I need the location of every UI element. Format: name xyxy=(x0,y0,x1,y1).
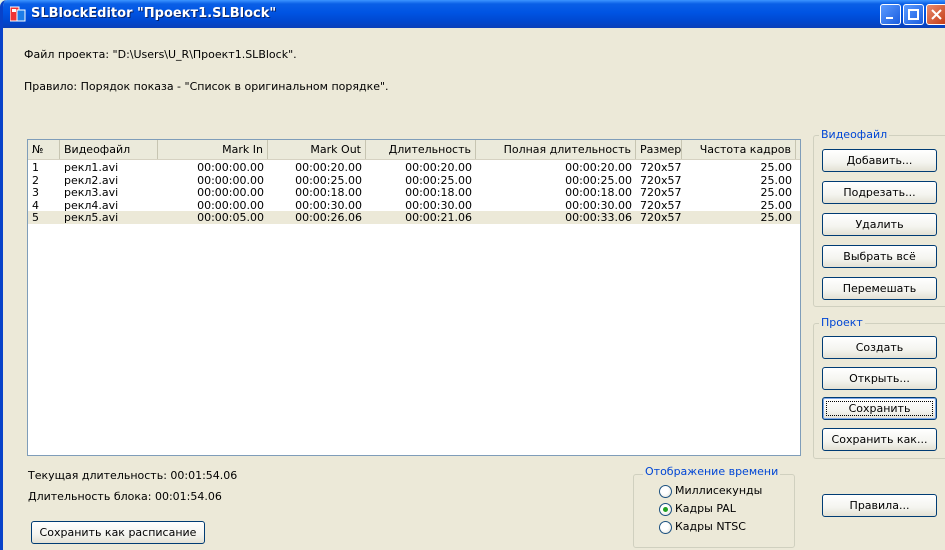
table-cell: 25.00 xyxy=(760,173,793,187)
table-cell: рекл2.avi xyxy=(64,173,119,187)
focus-ring xyxy=(826,401,933,416)
video-list[interactable]: № Видеофайл Mark In Mark Out Длительност… xyxy=(27,139,801,456)
table-cell: 720x576 xyxy=(640,211,682,224)
table-cell: 00:00:00.00 xyxy=(197,186,264,199)
list-header: № Видеофайл Mark In Mark Out Длительност… xyxy=(28,140,800,160)
table-cell: 00:00:05.00 xyxy=(197,211,264,224)
table-cell: 00:00:30.00 xyxy=(295,198,362,212)
radio-label: Миллисекунды xyxy=(675,484,763,497)
table-row[interactable]: 3 рекл3.avi 00:00:00.00 00:00:18.00 00:00:18… xyxy=(28,186,800,199)
table-cell: 00:00:20.00 xyxy=(565,161,632,174)
radio-circle-icon[interactable] xyxy=(659,485,672,498)
table-cell: 25.00 xyxy=(760,161,793,174)
app-icon xyxy=(9,6,26,22)
table-cell: 3 xyxy=(32,186,39,199)
radio-circle-icon[interactable] xyxy=(659,521,672,534)
table-cell: 00:00:20.00 xyxy=(405,161,472,174)
table-cell: 25.00 xyxy=(760,211,793,224)
time-display-legend: Отображение времени xyxy=(643,465,781,478)
save-button[interactable]: Сохранить xyxy=(822,397,937,420)
radio-circle-icon[interactable] xyxy=(659,503,672,516)
table-cell: 00:00:21.06 xyxy=(405,211,472,224)
radio-selected-dot-icon xyxy=(663,507,668,512)
create-button[interactable]: Создать xyxy=(822,336,937,359)
table-cell: 25.00 xyxy=(760,198,793,212)
table-cell: рекл5.avi xyxy=(64,211,119,224)
table-cell: рекл3.avi xyxy=(64,186,119,199)
table-cell: 00:00:30.00 xyxy=(565,198,632,212)
table-row[interactable]: 5 рекл5.avi 00:00:05.00 00:00:26.06 00:00:21… xyxy=(28,211,800,224)
close-icon xyxy=(931,9,942,20)
table-cell: 1 xyxy=(32,161,39,174)
radio-label: Кадры NTSC xyxy=(675,520,746,533)
col-header-full-duration[interactable]: Полная длительность xyxy=(476,140,636,159)
table-cell: 2 xyxy=(32,173,39,187)
table-cell: 00:00:18.00 xyxy=(565,186,632,199)
col-header-file[interactable]: Видеофайл xyxy=(60,140,158,159)
save-schedule-button[interactable]: Сохранить как расписание xyxy=(31,521,205,544)
rules-button[interactable]: Правила... xyxy=(822,494,937,517)
maximize-icon xyxy=(908,9,919,20)
table-cell: 00:00:25.00 xyxy=(295,173,362,187)
table-cell: 720x576 xyxy=(640,161,682,174)
title-bar[interactable]: SLBlockEditor "Проект1.SLBlock" xyxy=(3,0,945,28)
table-cell: 00:00:00.00 xyxy=(197,161,264,174)
radio-label: Кадры PAL xyxy=(675,502,736,515)
delete-button[interactable]: Удалить xyxy=(822,213,937,236)
table-cell: 4 xyxy=(32,198,39,212)
rule-label: Правило: Порядок показа - "Список в ориг… xyxy=(24,80,389,93)
table-cell: 00:00:25.00 xyxy=(405,173,472,187)
maximize-button[interactable] xyxy=(903,4,924,25)
minimize-icon xyxy=(886,17,893,19)
video-group-legend: Видеофайл xyxy=(819,128,890,141)
shuffle-button[interactable]: Перемешать xyxy=(822,277,937,300)
minimize-button[interactable] xyxy=(880,4,901,25)
table-cell: 00:00:00.00 xyxy=(197,173,264,187)
table-cell: 720x576 xyxy=(640,173,682,187)
table-cell: 00:00:20.00 xyxy=(295,161,362,174)
table-row[interactable]: 2 рекл2.avi 00:00:00.00 00:00:25.00 00:00:25… xyxy=(28,174,800,187)
col-header-mark-in[interactable]: Mark In xyxy=(158,140,268,159)
project-file-label: Файл проекта: "D:\Users\U_R\Проект1.SLBl… xyxy=(24,48,297,61)
table-cell: 25.00 xyxy=(760,186,793,199)
table-cell: 720x576 xyxy=(640,198,682,212)
table-cell: 720x576 xyxy=(640,186,682,199)
table-cell: 00:00:00.00 xyxy=(197,198,264,212)
table-cell: рекл4.avi xyxy=(64,198,119,212)
table-row[interactable]: 4 рекл4.avi 00:00:00.00 00:00:30.00 00:00:30… xyxy=(28,199,800,212)
col-header-duration[interactable]: Длительность xyxy=(366,140,476,159)
current-duration-label: Текущая длительность: 00:01:54.06 xyxy=(28,469,238,482)
app-window: SLBlockEditor "Проект1.SLBlock" Файл про… xyxy=(0,0,945,550)
table-row[interactable]: 1 рекл1.avi 00:00:00.00 00:00:20.00 00:00:20… xyxy=(28,161,800,174)
table-cell: 00:00:18.00 xyxy=(405,186,472,199)
project-group-legend: Проект xyxy=(819,316,865,329)
table-cell: 00:00:30.00 xyxy=(405,198,472,212)
trim-button[interactable]: Подрезать... xyxy=(822,181,937,204)
col-header-frame-rate[interactable]: Частота кадров xyxy=(682,140,796,159)
table-cell: 5 xyxy=(32,211,39,224)
close-button[interactable] xyxy=(926,4,945,25)
open-button[interactable]: Открыть... xyxy=(822,367,937,390)
save-as-button[interactable]: Сохранить как... xyxy=(822,428,937,451)
table-cell: 00:00:26.06 xyxy=(295,211,362,224)
table-cell: рекл1.avi xyxy=(64,161,119,174)
col-header-number[interactable]: № xyxy=(28,140,60,159)
col-header-size[interactable]: Размер xyxy=(636,140,682,159)
add-button[interactable]: Добавить... xyxy=(822,149,937,172)
select-all-button[interactable]: Выбрать всё xyxy=(822,245,937,268)
table-cell: 00:00:33.06 xyxy=(565,211,632,224)
table-cell: 00:00:18.00 xyxy=(295,186,362,199)
table-cell: 00:00:25.00 xyxy=(565,173,632,187)
window-title: SLBlockEditor "Проект1.SLBlock" xyxy=(31,6,277,21)
block-duration-label: Длительность блока: 00:01:54.06 xyxy=(28,490,222,503)
col-header-mark-out[interactable]: Mark Out xyxy=(268,140,366,159)
